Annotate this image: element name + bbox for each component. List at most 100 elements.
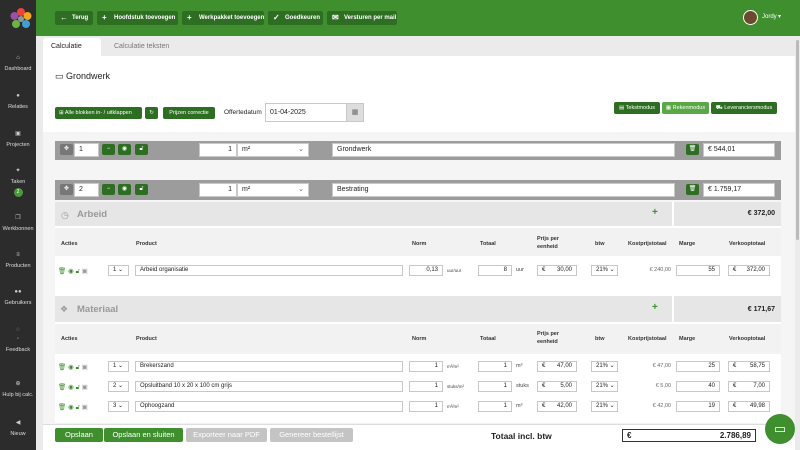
materiaal-product-input[interactable]: Brekerszand — [135, 361, 403, 372]
materiaal-marge-input[interactable]: 40 — [676, 381, 720, 392]
sidebar-item-werkbonnen[interactable]: ❐ Werkbonnen — [0, 214, 36, 232]
approve-button[interactable]: ✓ Goedkeuren — [268, 11, 323, 25]
chevron-down-icon[interactable]: ▾ — [778, 13, 781, 20]
collapse-icon[interactable]: − — [102, 184, 115, 195]
avatar[interactable] — [743, 10, 758, 25]
materiaal-prijs-input[interactable]: €47,00 — [537, 361, 577, 372]
eye-icon[interactable]: ◉ — [68, 404, 74, 411]
row-action-icons[interactable]: 🗑︎ ◉ 🔓︎ ▣ — [58, 267, 88, 276]
add-materiaal-button[interactable]: + — [652, 302, 658, 313]
app-logo[interactable] — [9, 7, 33, 31]
materiaal-marge-input[interactable]: 25 — [676, 361, 720, 372]
materiaal-btw-select[interactable]: 21% ⌄ — [591, 401, 618, 412]
eye-icon[interactable]: ◉ — [118, 144, 131, 155]
eye-icon[interactable]: ◉ — [68, 268, 74, 275]
package-unit-select[interactable]: m² ⌄ — [237, 183, 309, 197]
materiaal-verkoop-input[interactable]: €7,00 — [728, 381, 770, 392]
arbeid-marge-input[interactable]: 55 — [676, 265, 720, 276]
tab-calculatie-teksten[interactable]: Calculatie teksten — [106, 38, 184, 56]
trash-icon[interactable]: 🗑︎ — [58, 384, 66, 391]
materiaal-btw-select[interactable]: 21% ⌄ — [591, 381, 618, 392]
leveranciersmodus-button[interactable]: ⛟ Leveranciersmodus — [711, 102, 777, 114]
row-action-icons[interactable]: 🗑︎ ◉ 🔓︎ ▣ — [58, 403, 88, 412]
trash-icon[interactable]: 🗑︎ — [686, 184, 699, 195]
user-name[interactable]: Jordy — [762, 14, 777, 20]
save-close-button[interactable]: Opslaan en sluiten — [104, 428, 183, 442]
sidebar-item-taken[interactable]: ✦ Taken 2 — [0, 167, 36, 197]
order-list-button[interactable]: Genereer bestellijst — [270, 428, 353, 442]
trash-icon[interactable]: 🗑︎ — [58, 268, 66, 275]
lock-icon[interactable]: 🔓︎ — [76, 404, 80, 411]
quote-date-input[interactable]: 01-04-2025 — [265, 103, 347, 122]
toggle-blocks-button[interactable]: ⊞ Alle blokken in- / uitklappen — [55, 107, 142, 119]
save-button[interactable]: Opslaan — [55, 428, 103, 442]
eye-icon[interactable]: ◉ — [118, 184, 131, 195]
lock-icon[interactable]: 🔓︎ — [76, 364, 80, 371]
materiaal-btw-select[interactable]: 21% ⌄ — [591, 361, 618, 372]
lock-icon[interactable]: 🔓︎ — [135, 144, 148, 155]
sidebar-item-dashboard[interactable]: ⌂ Dashboard — [0, 55, 36, 72]
save-icon[interactable]: ▣ — [82, 384, 88, 391]
materiaal-position-select[interactable]: 3 ⌄ — [108, 401, 129, 412]
materiaal-verkoop-input[interactable]: €49,98 — [728, 401, 770, 412]
trash-icon[interactable]: 🗑︎ — [58, 404, 66, 411]
materiaal-verkoop-input[interactable]: €58,75 — [728, 361, 770, 372]
trash-icon[interactable]: 🗑︎ — [58, 364, 66, 371]
package-qty-input[interactable]: 1 — [199, 183, 237, 197]
package-name-input[interactable]: Bestrating — [332, 183, 675, 197]
tab-calculatie[interactable]: Calculatie — [43, 38, 101, 56]
materiaal-prijs-input[interactable]: €5,00 — [537, 381, 577, 392]
chat-button[interactable]: ▭ — [765, 414, 795, 444]
arbeid-verkoop-input[interactable]: €372,00 — [728, 265, 770, 276]
arbeid-product-input[interactable]: Arbeid organisatie — [135, 265, 403, 276]
sidebar-item-nieuw[interactable]: ◀ Nieuw — [0, 419, 36, 437]
materiaal-totaal-input[interactable]: 1 — [478, 361, 512, 372]
materiaal-product-input[interactable]: Opsluitband 10 x 20 x 100 cm grijs — [135, 381, 403, 392]
sidebar-item-producten[interactable]: ≡ Producten — [0, 252, 36, 269]
eye-icon[interactable]: ◉ — [68, 364, 74, 371]
materiaal-marge-input[interactable]: 19 — [676, 401, 720, 412]
arbeid-position-select[interactable]: 1 ⌄ — [108, 265, 129, 276]
add-package-button[interactable]: + Werkpakket toevoegen — [182, 11, 264, 25]
arbeid-norm-input[interactable]: 0,13 — [409, 265, 443, 276]
calendar-icon[interactable]: ▦ — [346, 103, 364, 122]
add-chapter-button[interactable]: + Hoofdstuk toevoegen — [97, 11, 178, 25]
export-pdf-button[interactable]: Exporteer naar PDF — [186, 428, 267, 442]
save-icon[interactable]: ▣ — [82, 404, 88, 411]
chapter-unit-select[interactable]: m² ⌄ — [237, 143, 309, 157]
send-mail-button[interactable]: ✉ Versturen per mail — [327, 11, 397, 25]
sidebar-item-projecten[interactable]: ▣ Projecten — [0, 130, 36, 148]
materiaal-totaal-input[interactable]: 1 — [478, 381, 512, 392]
materiaal-norm-input[interactable]: 1 — [409, 401, 443, 412]
materiaal-norm-input[interactable]: 1 — [409, 361, 443, 372]
materiaal-product-input[interactable]: Ophoogzand — [135, 401, 403, 412]
save-icon[interactable]: ▣ — [82, 364, 88, 371]
sidebar-item-feedback[interactable]: ◌ ◦ Feedback — [0, 327, 36, 353]
chapter-number-input[interactable]: 1 — [74, 143, 99, 157]
tekstmodus-button[interactable]: ▤ Tekstmodus — [614, 102, 660, 114]
lock-icon[interactable]: 🔓︎ — [135, 184, 148, 195]
refresh-button[interactable]: ↻ — [145, 107, 158, 119]
arbeid-totaal-input[interactable]: 8 — [478, 265, 512, 276]
package-number-input[interactable]: 2 — [74, 183, 99, 197]
save-icon[interactable]: ▣ — [82, 268, 88, 275]
add-arbeid-button[interactable]: + — [652, 207, 658, 218]
materiaal-position-select[interactable]: 1 ⌄ — [108, 361, 129, 372]
move-icon[interactable]: ✥ — [60, 184, 73, 195]
price-correction-button[interactable]: Prijzen correctie — [163, 107, 215, 119]
chapter-qty-input[interactable]: 1 — [199, 143, 237, 157]
chapter-name-input[interactable]: Grondwerk — [332, 143, 675, 157]
rekenmodus-button[interactable]: ▦ Rekenmodus — [662, 102, 709, 114]
arbeid-prijs-input[interactable]: €30,00 — [537, 265, 577, 276]
row-action-icons[interactable]: 🗑︎ ◉ 🔓︎ ▣ — [58, 363, 88, 372]
eye-icon[interactable]: ◉ — [68, 384, 74, 391]
trash-icon[interactable]: 🗑︎ — [686, 144, 699, 155]
scrollbar[interactable] — [796, 40, 799, 240]
materiaal-totaal-input[interactable]: 1 — [478, 401, 512, 412]
move-icon[interactable]: ✥ — [60, 144, 73, 155]
row-action-icons[interactable]: 🗑︎ ◉ 🔓︎ ▣ — [58, 383, 88, 392]
materiaal-prijs-input[interactable]: €42,00 — [537, 401, 577, 412]
arbeid-btw-select[interactable]: 21% ⌄ — [591, 265, 618, 276]
materiaal-position-select[interactable]: 2 ⌄ — [108, 381, 129, 392]
sidebar-item-gebruikers[interactable]: ●● Gebruikers — [0, 289, 36, 306]
